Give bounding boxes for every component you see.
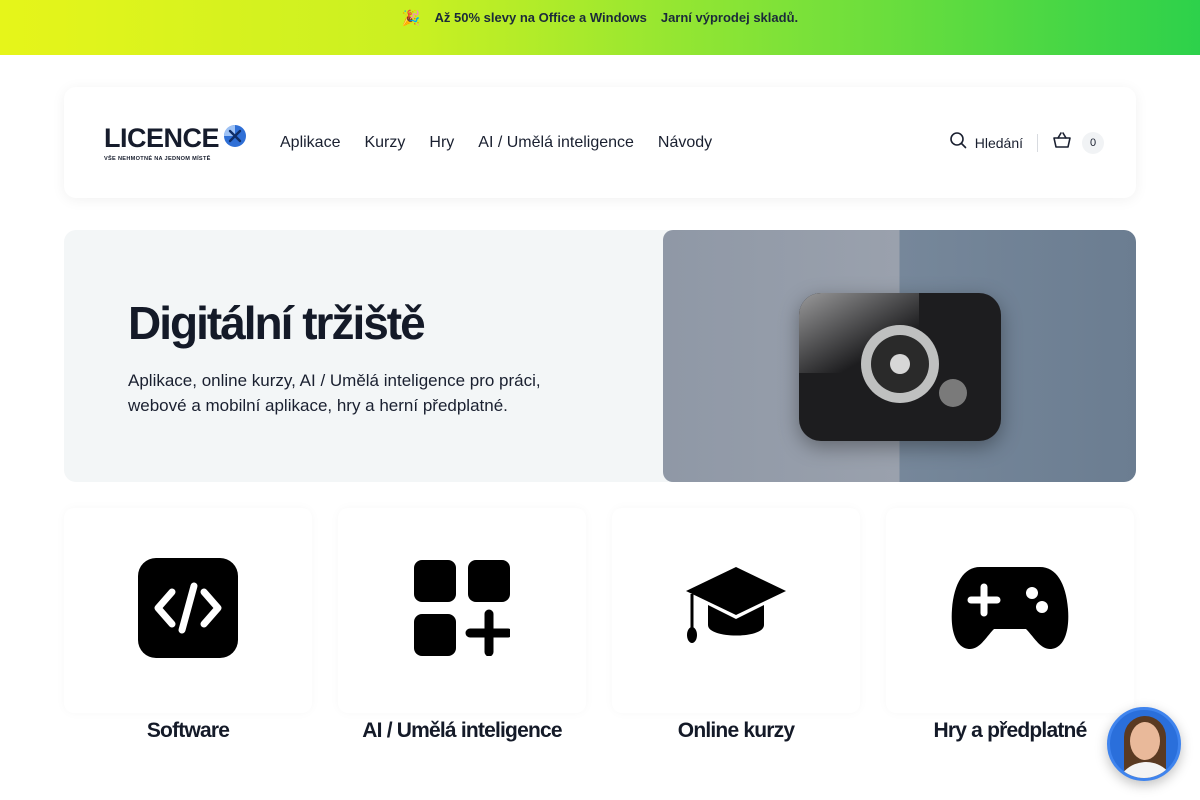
category-card[interactable] bbox=[612, 508, 860, 713]
category-card[interactable] bbox=[886, 508, 1134, 713]
nav-item-aplikace[interactable]: Aplikace bbox=[280, 134, 340, 152]
hero-description: Aplikace, online kurzy, AI / Umělá intel… bbox=[128, 371, 541, 415]
nav-item-hry[interactable]: Hry bbox=[429, 134, 454, 152]
promo-banner[interactable]: 🎉 Až 50% slevy na Office a Windows Jarní… bbox=[0, 0, 1200, 55]
category-software[interactable]: Software bbox=[64, 508, 312, 743]
hero-camera-image bbox=[663, 230, 1136, 482]
category-card[interactable] bbox=[338, 508, 586, 713]
category-label: Hry a předplatné bbox=[933, 719, 1088, 742]
category-ai[interactable]: AI / Umělá inteligence bbox=[338, 508, 586, 743]
search-label: Hledání bbox=[974, 134, 1023, 151]
logo-tagline: VŠE NEHMOTNÉ NA JEDNOM MÍSTĚ bbox=[104, 155, 211, 162]
chat-assistant-avatar[interactable] bbox=[1107, 707, 1181, 781]
category-card[interactable] bbox=[64, 508, 312, 713]
graduation-cap-icon bbox=[684, 563, 788, 658]
nav-item-ai[interactable]: AI / Umělá inteligence bbox=[478, 134, 634, 152]
hero-title: Digitální tržiště bbox=[128, 297, 426, 349]
party-popper-icon: 🎉 bbox=[401, 9, 421, 27]
category-label: Online kurzy bbox=[677, 719, 795, 742]
cart-count-badge: 0 bbox=[1082, 131, 1104, 154]
category-grid: Software AI / Umělá inteligence Online k… bbox=[64, 508, 1136, 743]
logo-word: LICENCE bbox=[104, 122, 220, 153]
promo-sub-text: Jarní výprodej skladů. bbox=[660, 10, 799, 25]
category-hry[interactable]: Hry a předplatné bbox=[886, 508, 1134, 743]
hero-section: Digitální tržiště Aplikace, online kurzy… bbox=[64, 230, 1136, 482]
nav-item-kurzy[interactable]: Kurzy bbox=[364, 134, 405, 152]
logo-x-icon bbox=[223, 124, 247, 153]
category-label: AI / Umělá inteligence bbox=[362, 719, 562, 742]
promo-sale-text: Až 50% slevy na Office a Windows bbox=[434, 10, 647, 25]
header-actions: Hledání 0 bbox=[949, 131, 1104, 154]
category-label: Software bbox=[146, 719, 230, 742]
camera-illustration bbox=[799, 293, 1001, 441]
nav-item-navody[interactable]: Návody bbox=[658, 134, 712, 152]
apps-plus-icon bbox=[414, 560, 513, 661]
code-icon bbox=[138, 558, 238, 663]
category-online-kurzy[interactable]: Online kurzy bbox=[612, 508, 860, 743]
cart-button[interactable]: 0 bbox=[1052, 131, 1104, 154]
basket-icon bbox=[1052, 131, 1072, 154]
search-icon bbox=[949, 131, 967, 154]
header-divider bbox=[1037, 133, 1038, 152]
main-nav: Aplikace Kurzy Hry AI / Umělá inteligenc… bbox=[280, 134, 712, 152]
search-button[interactable]: Hledání bbox=[949, 131, 1023, 154]
site-header: LICENCE VŠE NEHMOTNÉ NA JEDNOM MÍSTĚ Apl… bbox=[64, 87, 1136, 198]
gamepad-icon bbox=[950, 563, 1070, 658]
site-logo[interactable]: LICENCE VŠE NEHMOTNÉ NA JEDNOM MÍSTĚ bbox=[104, 124, 280, 162]
